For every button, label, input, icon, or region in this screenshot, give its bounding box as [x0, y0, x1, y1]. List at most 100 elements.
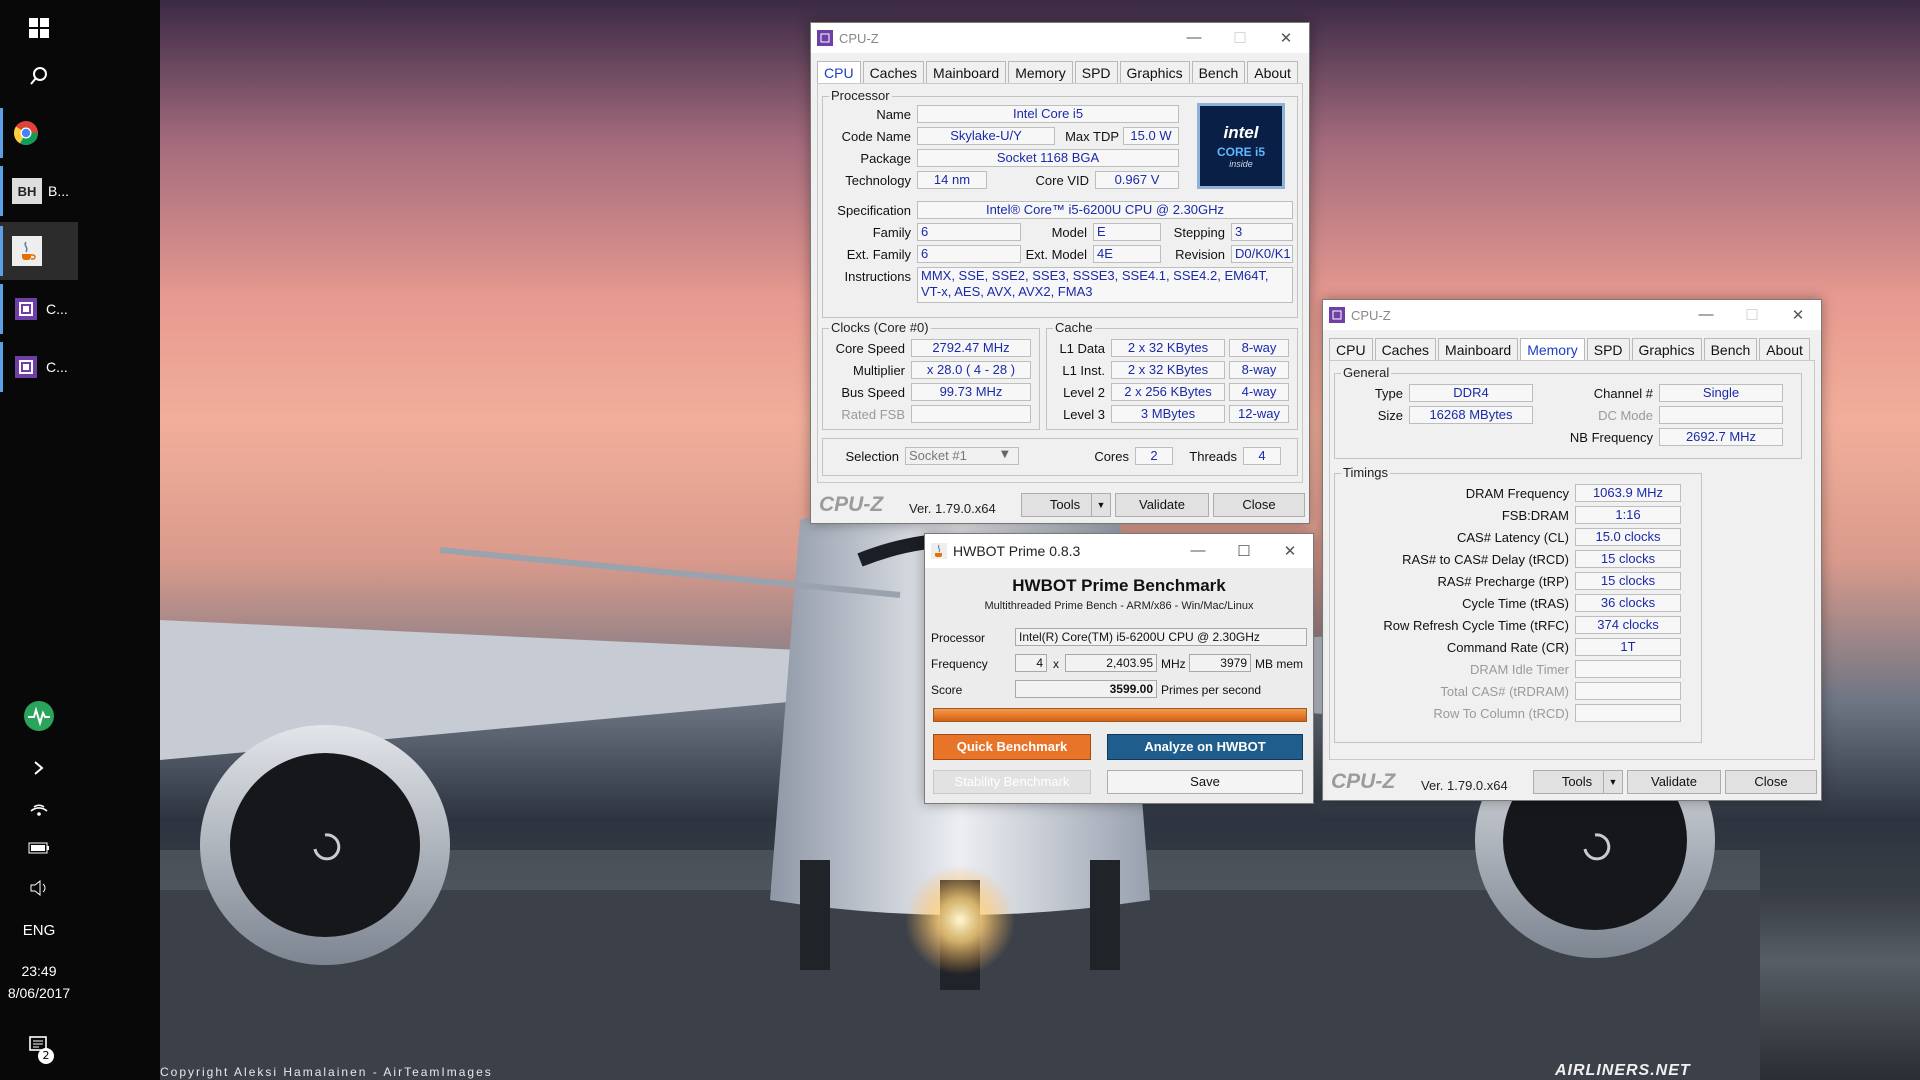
- channel-value: Single: [1659, 384, 1783, 402]
- extmodel-value: 4E: [1093, 245, 1161, 263]
- timing-value: 1T: [1575, 638, 1681, 656]
- cpuz-brand-logo: CPU-Z: [819, 493, 884, 516]
- group-title: Processor: [829, 88, 892, 103]
- l1i-value: 2 x 32 KBytes: [1111, 361, 1225, 379]
- maximize-button[interactable]: ☐: [1729, 306, 1775, 324]
- input-language[interactable]: ENG: [0, 902, 78, 958]
- cpuz-memory-window: CPU-Z — ☐ ✕ CPU Caches Mainboard Memory …: [1322, 299, 1822, 801]
- tab-graphics[interactable]: Graphics: [1119, 61, 1190, 84]
- taskbar-app-chrome[interactable]: [0, 104, 78, 162]
- quick-benchmark-button[interactable]: Quick Benchmark: [933, 734, 1091, 760]
- tab-cpu[interactable]: CPU: [817, 61, 861, 84]
- titlebar[interactable]: CPU-Z — ☐ ✕: [1323, 300, 1821, 330]
- chrome-icon: [12, 119, 40, 147]
- family-label: Family: [872, 225, 911, 240]
- taskbar: BH B... C... C... ENG 23:49 8/06/2017 2: [0, 0, 160, 1080]
- tab-about[interactable]: About: [1247, 61, 1298, 84]
- cpuz-brand-logo: CPU-Z: [1331, 770, 1396, 793]
- photo-credit: Copyright Aleksi Hamalainen - AirTeamIma…: [160, 1065, 493, 1079]
- java-icon: [931, 543, 947, 559]
- windows-logo-icon: [29, 18, 49, 38]
- tab-about[interactable]: About: [1759, 338, 1810, 361]
- revision-label: Revision: [1175, 247, 1225, 262]
- bh-app-icon: BH: [12, 178, 42, 204]
- l2-label: Level 2: [1063, 385, 1105, 400]
- benchmark-subheading: Multithreaded Prime Bench - ARM/x86 - Wi…: [984, 600, 1254, 612]
- timing-label: Total CAS# (tRDRAM): [1440, 684, 1569, 699]
- intel-core-i5-logo: intel CORE i5 inside: [1197, 103, 1285, 189]
- logo-inside: inside: [1229, 159, 1253, 169]
- close-icon[interactable]: ✕: [1263, 29, 1309, 47]
- tab-spd[interactable]: SPD: [1586, 338, 1630, 361]
- tools-dropdown-arrow[interactable]: ▼: [1603, 770, 1623, 794]
- activity-monitor-tray[interactable]: [0, 688, 78, 744]
- wifi-icon: [30, 804, 48, 816]
- taskbar-app-cpuz-1[interactable]: C...: [0, 280, 78, 338]
- clock-date: 8/06/2017: [7, 985, 71, 1001]
- java-icon: [12, 236, 42, 266]
- general-group: General Type DDR4 Size 16268 MBytes Chan…: [1334, 365, 1802, 459]
- corespeed-value: 2792.47 MHz: [911, 339, 1031, 357]
- timing-label: FSB:DRAM: [1501, 508, 1569, 523]
- tab-caches[interactable]: Caches: [862, 61, 925, 84]
- tab-bench[interactable]: Bench: [1703, 338, 1758, 361]
- tab-memory[interactable]: Memory: [1520, 338, 1585, 361]
- tab-spd[interactable]: SPD: [1074, 61, 1118, 84]
- model-label: Model: [1051, 225, 1087, 240]
- close-button[interactable]: Close: [1213, 493, 1305, 517]
- l3-label: Level 3: [1063, 407, 1105, 422]
- timing-label: Row Refresh Cycle Time (tRFC): [1383, 618, 1569, 633]
- validate-button[interactable]: Validate: [1627, 770, 1721, 794]
- close-icon[interactable]: ✕: [1267, 542, 1313, 560]
- minimize-button[interactable]: —: [1683, 306, 1729, 324]
- validate-button[interactable]: Validate: [1115, 493, 1209, 517]
- tools-dropdown-arrow[interactable]: ▼: [1091, 493, 1111, 517]
- search-button[interactable]: [0, 48, 78, 104]
- notification-count-badge: 2: [38, 1048, 54, 1064]
- tab-caches[interactable]: Caches: [1374, 338, 1437, 361]
- group-title: General: [1341, 365, 1392, 380]
- minimize-button[interactable]: —: [1171, 29, 1217, 47]
- busspeed-label: Bus Speed: [841, 385, 905, 400]
- l1i-assoc: 8-way: [1229, 361, 1289, 379]
- frequency-value: 2,403.95: [1065, 654, 1157, 672]
- channel-label: Channel #: [1593, 386, 1653, 401]
- action-center-button[interactable]: 2: [0, 1018, 78, 1074]
- taskbar-app-label: C...: [46, 359, 68, 375]
- tab-graphics[interactable]: Graphics: [1631, 338, 1702, 361]
- close-button[interactable]: Close: [1725, 770, 1817, 794]
- tab-mainboard[interactable]: Mainboard: [1438, 338, 1519, 361]
- taskbar-app-bh[interactable]: BH B...: [0, 162, 78, 220]
- tab-cpu[interactable]: CPU: [1329, 338, 1373, 361]
- maxtdp-value: 15.0 W: [1123, 127, 1179, 145]
- analyze-on-hwbot-button[interactable]: Analyze on HWBOT: [1107, 734, 1303, 760]
- taskbar-app-cpuz-2[interactable]: C...: [0, 338, 78, 396]
- clock[interactable]: 23:49 8/06/2017: [0, 952, 78, 1012]
- processor-value: Intel(R) Core(TM) i5-6200U CPU @ 2.30GHz: [1015, 628, 1307, 646]
- l2-value: 2 x 256 KBytes: [1111, 383, 1225, 401]
- l3-value: 3 MBytes: [1111, 405, 1225, 423]
- close-icon[interactable]: ✕: [1775, 306, 1821, 324]
- maximize-button[interactable]: ☐: [1217, 29, 1263, 47]
- codename-label: Code Name: [841, 129, 911, 144]
- package-value: Socket 1168 BGA: [917, 149, 1179, 167]
- titlebar[interactable]: CPU-Z — ☐ ✕: [811, 23, 1309, 53]
- instructions-label: Instructions: [844, 269, 911, 284]
- corevid-label: Core VID: [1035, 173, 1089, 188]
- minimize-button[interactable]: —: [1175, 542, 1221, 560]
- save-button[interactable]: Save: [1107, 770, 1303, 794]
- chevron-down-icon[interactable]: ▼: [1001, 449, 1009, 460]
- progress-bar: [933, 708, 1307, 722]
- l1d-label: L1 Data: [1059, 341, 1105, 356]
- extmodel-label: Ext. Model: [1025, 247, 1087, 262]
- timing-label: DRAM Frequency: [1465, 486, 1569, 501]
- tab-mainboard[interactable]: Mainboard: [926, 61, 1007, 84]
- tab-memory[interactable]: Memory: [1008, 61, 1073, 84]
- timing-label: RAS# Precharge (tRP): [1437, 574, 1570, 589]
- taskbar-app-java[interactable]: [0, 222, 78, 280]
- maximize-button[interactable]: ☐: [1221, 542, 1267, 560]
- titlebar[interactable]: HWBOT Prime 0.8.3 — ☐ ✕: [925, 534, 1313, 568]
- tab-bench[interactable]: Bench: [1191, 61, 1246, 84]
- ratedfsb-value: [911, 405, 1031, 423]
- timing-label: Command Rate (CR): [1446, 640, 1569, 655]
